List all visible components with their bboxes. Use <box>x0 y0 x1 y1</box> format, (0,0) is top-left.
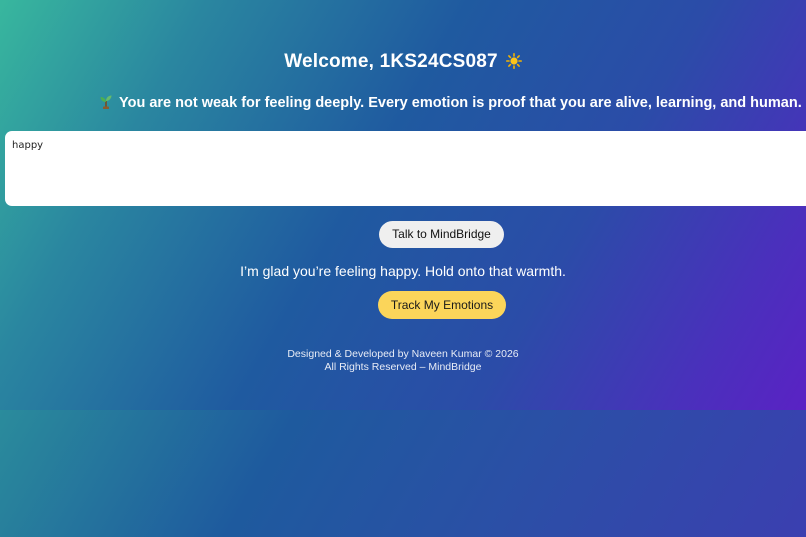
response-message: I’m glad you’re feeling happy. Hold onto… <box>240 263 566 279</box>
talk-to-mindbridge-button[interactable]: Talk to MindBridge <box>379 221 504 248</box>
motivational-quote: You are not weak for feeling deeply. Eve… <box>99 94 802 111</box>
main-panel: Welcome, 1KS24CS087 You are not weak for… <box>0 0 806 410</box>
welcome-text: Welcome, 1KS24CS087 <box>284 51 498 72</box>
welcome-heading: Welcome, 1KS24CS087 <box>0 51 806 73</box>
track-emotions-button[interactable]: Track My Emotions <box>378 291 506 319</box>
footer-rights: All Rights Reserved – MindBridge <box>324 361 482 373</box>
feelings-textarea[interactable]: happy <box>5 131 806 206</box>
sun-icon <box>505 53 522 69</box>
quote-text: You are not weak for feeling deeply. Eve… <box>119 95 802 111</box>
sprout-icon <box>99 94 113 109</box>
footer: Designed & Developed by Naveen Kumar © 2… <box>0 348 806 374</box>
footer-credit: Designed & Developed by Naveen Kumar © 2… <box>287 348 519 360</box>
